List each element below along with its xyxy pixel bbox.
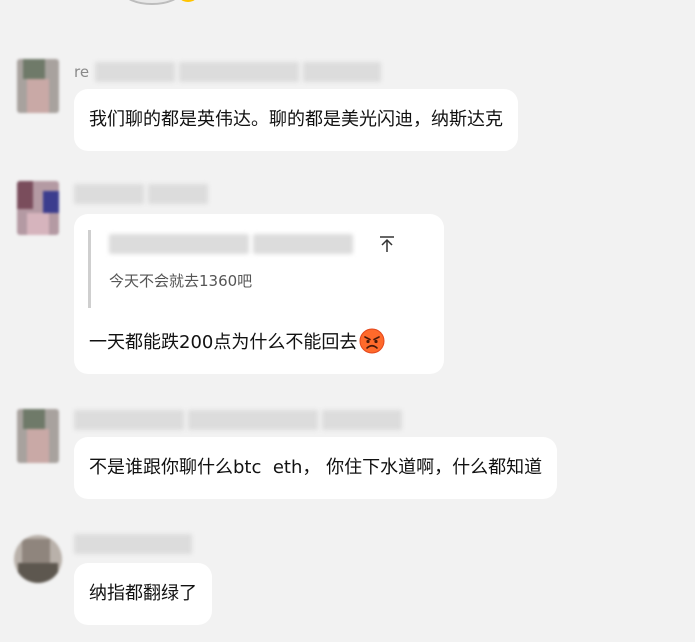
- message-text-row: 一天都能跌200点为什么不能回去: [74, 328, 400, 356]
- quoted-text: 今天不会就去1360吧: [109, 272, 253, 290]
- sender-name[interactable]: [74, 409, 406, 431]
- message-text: 我们聊的都是英伟达。聊的都是美光闪迪，纳斯达克: [89, 109, 503, 130]
- message-bubble[interactable]: 我们聊的都是英伟达。聊的都是美光闪迪，纳斯达克: [74, 89, 518, 151]
- quoted-message[interactable]: 今天不会就去1360吧: [88, 230, 409, 308]
- angry-face-icon: [359, 328, 385, 354]
- message-bubble[interactable]: 不是谁跟你聊什么btc eth， 你住下水道啊，什么都知道: [74, 437, 558, 499]
- sender-name[interactable]: [74, 533, 196, 555]
- quoted-sender-name: [109, 234, 357, 256]
- sender-name-text: re: [74, 63, 90, 81]
- message-text: 不是谁跟你聊什么btc eth， 你住下水道啊，什么都知道: [89, 457, 543, 478]
- avatar[interactable]: [17, 59, 59, 113]
- sender-name[interactable]: re: [74, 61, 385, 83]
- message-text: 一天都能跌200点为什么不能回去: [89, 332, 358, 353]
- avatar[interactable]: [17, 181, 59, 235]
- sticker-image: [128, 0, 195, 5]
- avatar[interactable]: [14, 535, 62, 583]
- arrow-to-top-icon[interactable]: [377, 234, 397, 254]
- avatar[interactable]: [17, 409, 59, 463]
- message-text: 纳指都翻绿了: [89, 583, 197, 604]
- message-bubble[interactable]: 纳指都翻绿了: [74, 563, 212, 625]
- sender-name[interactable]: [74, 183, 212, 205]
- message-bubble[interactable]: 今天不会就去1360吧 一天都能跌200点为什么不能回去: [74, 214, 444, 374]
